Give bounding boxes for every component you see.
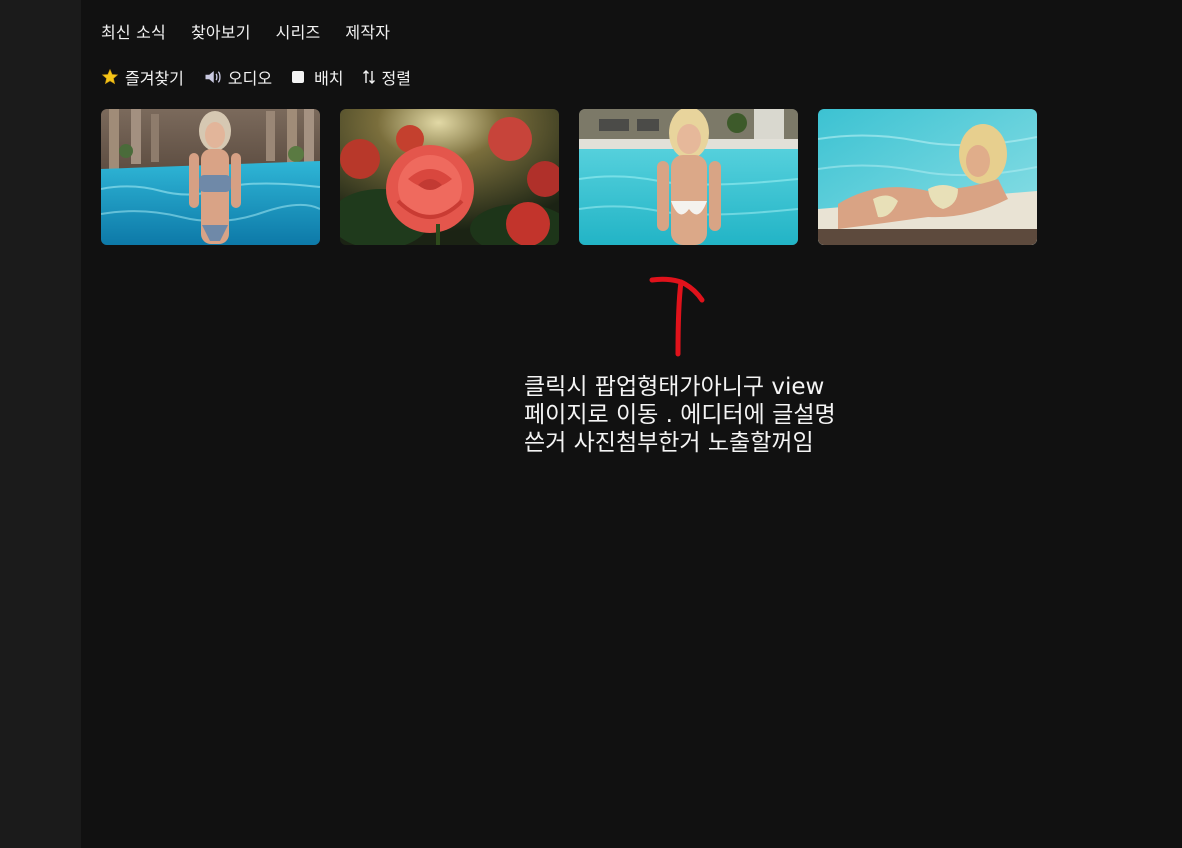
thumbnail-image: [340, 109, 559, 245]
note-line: 페이지로 이동 . 에디터에 글설명: [524, 402, 836, 428]
thumbnail-image: [579, 109, 798, 245]
toolbar: 즐겨찾기 오디오 배치 정렬: [101, 66, 411, 88]
favorites-button[interactable]: 즐겨찾기: [101, 65, 184, 89]
image-gallery: [101, 109, 1037, 245]
annotation-note: 클릭시 팝업형태가아니구 view 페이지로 이동 . 에디터에 글설명 쓴거 …: [524, 373, 924, 457]
gallery-item[interactable]: [818, 109, 1037, 245]
checkbox-icon[interactable]: [292, 71, 305, 83]
nav-item-series[interactable]: 시리즈: [276, 19, 321, 43]
audio-label: 오디오: [227, 69, 273, 88]
note-line: 쓴거 사진첨부한거 노출할꺼임: [524, 430, 814, 456]
gallery-item[interactable]: [101, 109, 320, 245]
top-nav: 최신 소식 찾아보기 시리즈 제작자: [101, 19, 390, 43]
gallery-item[interactable]: [340, 109, 559, 245]
sort-label: 정렬: [381, 69, 411, 88]
batch-label: 배치: [314, 69, 344, 88]
audio-button[interactable]: 오디오: [204, 65, 272, 89]
nav-item-creators[interactable]: 제작자: [345, 19, 390, 43]
thumbnail-image: [818, 109, 1037, 245]
gallery-item[interactable]: [579, 109, 798, 245]
nav-item-browse[interactable]: 찾아보기: [191, 19, 251, 43]
left-sidebar: [0, 0, 81, 848]
star-icon: [101, 68, 119, 85]
sort-button[interactable]: 정렬: [362, 65, 411, 89]
sort-arrows-icon: [362, 70, 375, 84]
red-arrow-annotation: [649, 276, 705, 357]
thumbnail-image: [101, 109, 320, 245]
speaker-icon: [205, 71, 221, 83]
nav-item-latest[interactable]: 최신 소식: [101, 19, 166, 43]
note-line: 클릭시 팝업형태가아니구 view: [524, 374, 825, 400]
batch-button[interactable]: 배치: [292, 65, 344, 89]
favorites-label: 즐겨찾기: [125, 69, 184, 88]
